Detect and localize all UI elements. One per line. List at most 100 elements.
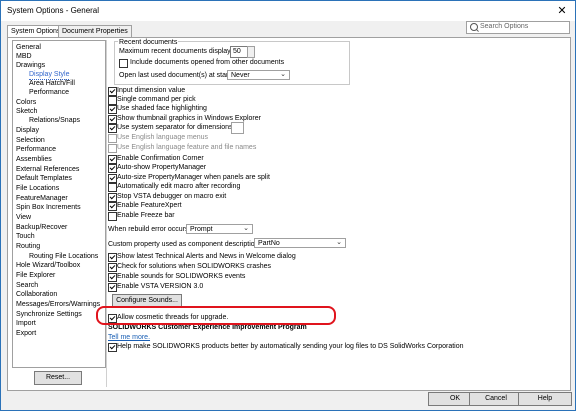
ceip-checkbox[interactable]: [108, 343, 117, 352]
tree-item-routing[interactable]: Routing: [16, 242, 40, 251]
tree-item-collaboration[interactable]: Collaboration: [16, 290, 57, 299]
option-checkbox[interactable]: [108, 174, 117, 183]
title-bar: System Options - General ✕: [1, 1, 575, 21]
tree-item-display[interactable]: Display: [16, 126, 39, 135]
option-label: Auto-size PropertyManager when panels ar…: [117, 174, 270, 181]
tree-item-area-hatch[interactable]: Area Hatch/Fill: [29, 79, 75, 88]
tree-item-file-locations[interactable]: File Locations: [16, 184, 59, 193]
tree-item-view[interactable]: View: [16, 213, 31, 222]
custom-property-select[interactable]: PartNo ⌄: [254, 238, 346, 248]
tree-item-messages[interactable]: Messages/Errors/Warnings: [16, 300, 100, 309]
options-tree[interactable]: General MBD Drawings Display Style Area …: [12, 40, 106, 368]
tree-item-external-references[interactable]: External References: [16, 165, 79, 174]
chevron-down-icon: ⌄: [243, 225, 249, 232]
option-checkbox[interactable]: [108, 155, 117, 164]
cancel-button[interactable]: Cancel: [469, 392, 523, 406]
option-checkbox[interactable]: [108, 202, 117, 211]
include-documents-checkbox[interactable]: [119, 59, 128, 68]
system-options-window: System Options - General ✕ System Option…: [0, 0, 576, 411]
option-checkbox[interactable]: [108, 263, 117, 272]
highlight-annotation: [96, 306, 336, 325]
option-checkbox[interactable]: [108, 283, 117, 292]
chevron-down-icon: ⌄: [336, 239, 342, 246]
open-last-select[interactable]: Never ⌄: [227, 70, 290, 80]
tree-item-touch[interactable]: Touch: [16, 232, 35, 241]
option-checkbox[interactable]: [108, 193, 117, 202]
option-label: Use English language menus: [117, 134, 209, 141]
option-checkbox[interactable]: [108, 183, 117, 192]
max-recent-label: Maximum recent documents displayed:: [119, 48, 241, 55]
option-label: Enable sounds for SOLIDWORKS events: [117, 273, 246, 280]
tree-item-export[interactable]: Export: [16, 329, 36, 338]
option-label: Single command per pick: [117, 96, 196, 103]
rebuild-error-value: Prompt: [190, 226, 213, 233]
option-label: Enable VSTA VERSION 3.0: [117, 283, 204, 290]
tell-me-more-link[interactable]: Tell me more.: [108, 334, 150, 341]
tree-item-backup-recover[interactable]: Backup/Recover: [16, 223, 67, 232]
option-checkbox[interactable]: [108, 253, 117, 262]
separator-input[interactable]: [231, 122, 244, 134]
tree-item-routing-file-locations[interactable]: Routing File Locations: [29, 252, 98, 261]
search-icon: [470, 23, 478, 31]
option-checkbox[interactable]: [108, 124, 117, 133]
option-label: Show thumbnail graphics in Windows Explo…: [117, 115, 261, 122]
options-panel: General MBD Drawings Display Style Area …: [7, 37, 571, 391]
option-checkbox: [108, 134, 117, 143]
chevron-down-icon: ⌄: [280, 71, 286, 78]
tree-item-performance[interactable]: Performance: [16, 145, 56, 154]
option-checkbox[interactable]: [108, 115, 117, 124]
tree-item-hole-wizard[interactable]: Hole Wizard/Toolbox: [16, 261, 80, 270]
option-checkbox[interactable]: [108, 164, 117, 173]
search-box[interactable]: Search Options: [466, 21, 570, 34]
option-checkbox: [108, 144, 117, 153]
tree-item-mbd[interactable]: MBD: [16, 52, 32, 61]
tree-item-import[interactable]: Import: [16, 319, 36, 328]
ceip-title: SOLIDWORKS Customer Experience Improveme…: [108, 324, 307, 331]
option-label: Enable FeatureXpert: [117, 202, 182, 209]
help-button[interactable]: Help: [518, 392, 572, 406]
tree-item-colors[interactable]: Colors: [16, 98, 36, 107]
tree-item-search[interactable]: Search: [16, 281, 38, 290]
rebuild-error-select[interactable]: Prompt ⌄: [186, 224, 253, 234]
tree-item-relations-snaps[interactable]: Relations/Snaps: [29, 116, 80, 125]
tab-document-properties[interactable]: Document Properties: [58, 25, 132, 37]
search-input[interactable]: Search Options: [480, 23, 528, 30]
tree-item-assemblies[interactable]: Assemblies: [16, 155, 52, 164]
max-recent-spinner[interactable]: [247, 46, 255, 58]
option-label: Use English language feature and file na…: [117, 144, 257, 151]
reset-button[interactable]: Reset...: [34, 371, 82, 385]
option-label: Use system separator for dimensions: [117, 124, 233, 131]
option-checkbox[interactable]: [108, 96, 117, 105]
tree-item-drawings[interactable]: Drawings: [16, 61, 45, 70]
close-icon[interactable]: ✕: [555, 4, 569, 17]
divider: [106, 40, 107, 387]
max-recent-input[interactable]: 50: [230, 46, 248, 58]
option-label: Automatically edit macro after recording: [117, 183, 241, 190]
option-label: Use shaded face highlighting: [117, 105, 207, 112]
tree-item-spin-box-increments[interactable]: Spin Box Increments: [16, 203, 81, 212]
option-label: Enable Freeze bar: [117, 212, 175, 219]
tree-item-sketch[interactable]: Sketch: [16, 107, 37, 116]
tree-item-default-templates[interactable]: Default Templates: [16, 174, 72, 183]
include-documents-label: Include documents opened from other docu…: [130, 59, 285, 66]
option-checkbox[interactable]: [108, 87, 117, 96]
tree-item-file-explorer[interactable]: File Explorer: [16, 271, 55, 280]
tree-item-selection[interactable]: Selection: [16, 136, 45, 145]
option-label: Enable Confirmation Corner: [117, 155, 204, 162]
option-label: Auto-show PropertyManager: [117, 164, 207, 171]
window-title: System Options - General: [7, 6, 100, 15]
option-checkbox[interactable]: [108, 212, 117, 221]
open-last-label: Open last used document(s) at startup:: [119, 72, 241, 79]
ceip-label: Help make SOLIDWORKS products better by …: [117, 343, 464, 350]
custom-property-value: PartNo: [258, 240, 280, 247]
option-label: Check for solutions when SOLIDWORKS cras…: [117, 263, 272, 270]
option-label: Input dimension value: [117, 87, 186, 94]
option-label: Show latest Technical Alerts and News in…: [117, 253, 296, 260]
option-checkbox[interactable]: [108, 273, 117, 282]
tree-item-synchronize-settings[interactable]: Synchronize Settings: [16, 310, 82, 319]
option-checkbox[interactable]: [108, 105, 117, 114]
tree-item-general[interactable]: General: [16, 43, 41, 52]
tree-item-drawings-performance[interactable]: Performance: [29, 88, 69, 97]
tree-item-featuremanager[interactable]: FeatureManager: [16, 194, 68, 203]
option-label: Stop VSTA debugger on macro exit: [117, 193, 227, 200]
